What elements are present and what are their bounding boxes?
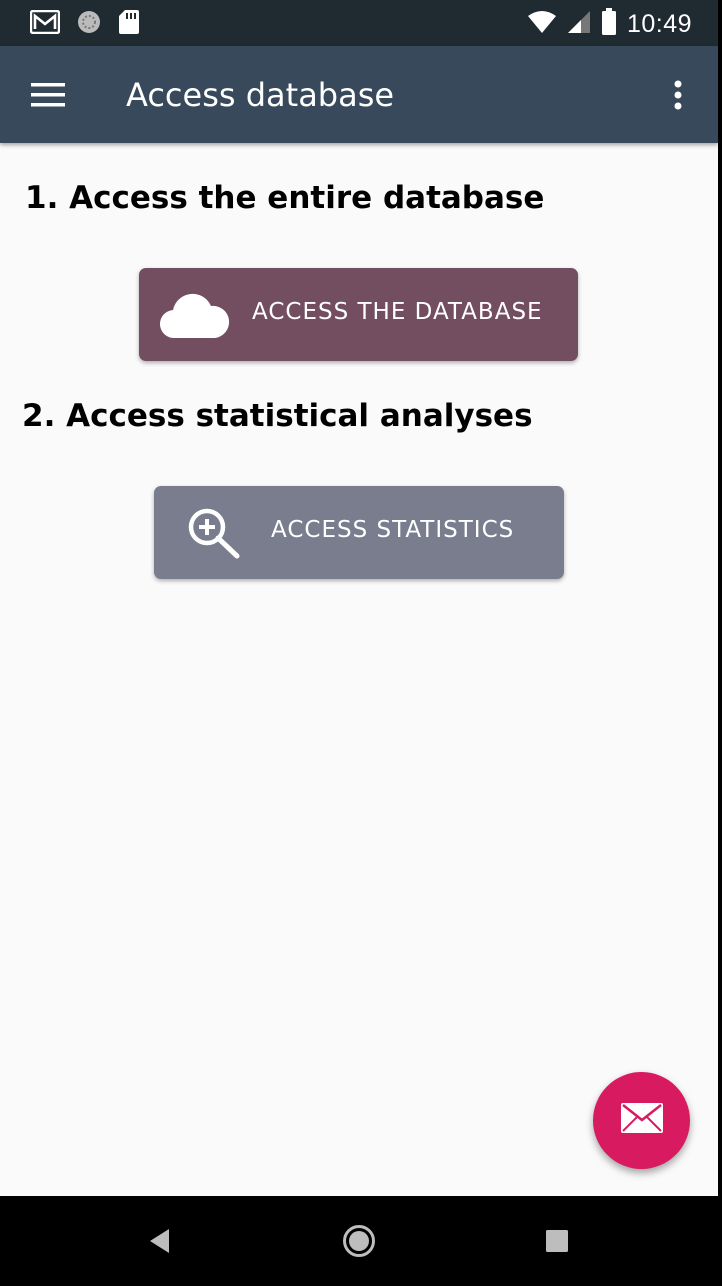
- app-bar: Access database: [0, 46, 718, 143]
- recents-icon[interactable]: [532, 1216, 582, 1266]
- section-heading-database: 1. Access the entire database: [25, 180, 545, 216]
- navigation-bar: [0, 1196, 718, 1286]
- email-fab-button[interactable]: [593, 1072, 690, 1169]
- access-database-button[interactable]: ACCESS THE DATABASE: [139, 268, 578, 361]
- access-statistics-button[interactable]: ACCESS STATISTICS: [154, 486, 564, 579]
- sync-icon: [76, 9, 102, 40]
- sd-card-icon: [118, 9, 140, 40]
- battery-icon: [601, 7, 617, 41]
- clock: 10:49: [626, 9, 692, 38]
- status-bar: 10:49: [0, 0, 718, 46]
- back-icon[interactable]: [135, 1216, 185, 1266]
- access-statistics-label: ACCESS STATISTICS: [271, 517, 515, 543]
- section-heading-statistics: 2. Access statistical analyses: [22, 398, 533, 434]
- signal-icon: [567, 10, 591, 39]
- more-vertical-icon[interactable]: [658, 74, 698, 116]
- page-title: Access database: [126, 76, 395, 114]
- email-icon: [620, 1102, 664, 1139]
- hamburger-menu-icon[interactable]: [24, 74, 72, 116]
- wifi-icon: [527, 10, 557, 39]
- screen-edge: [718, 0, 722, 1286]
- home-icon[interactable]: [334, 1216, 384, 1266]
- zoom-in-icon: [186, 506, 240, 566]
- access-database-label: ACCESS THE DATABASE: [252, 299, 543, 325]
- phone-screen: 10:49 Access database 1. Access the enti…: [0, 0, 718, 1286]
- gmail-icon: [29, 9, 61, 39]
- cloud-icon: [159, 290, 231, 346]
